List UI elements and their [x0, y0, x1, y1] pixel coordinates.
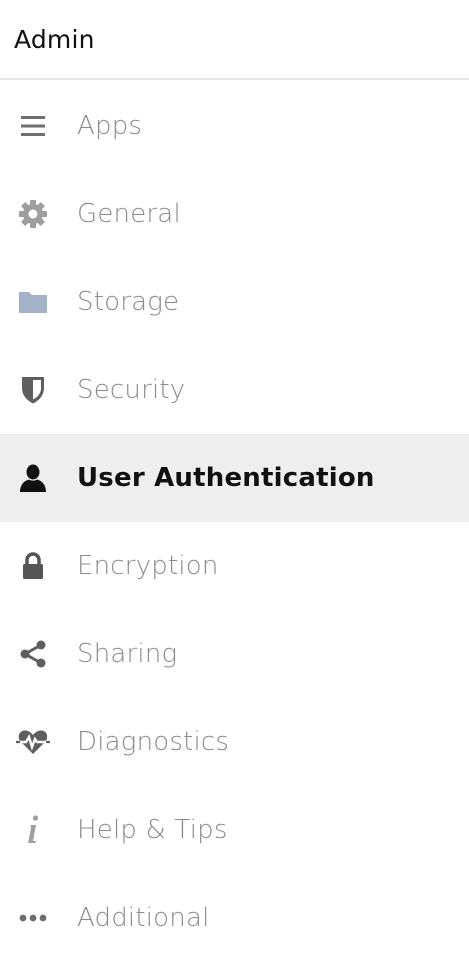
info-icon: [16, 813, 50, 847]
folder-icon: [16, 285, 50, 319]
menu-item-label: User Authentication: [77, 463, 375, 493]
menu-item-security[interactable]: Security: [0, 346, 469, 434]
list-icon: [16, 109, 50, 143]
menu-item-label: Storage: [77, 287, 180, 317]
menu-item-label: Encryption: [77, 551, 219, 581]
menu-item-sharing[interactable]: Sharing: [0, 610, 469, 698]
gear-icon: [16, 197, 50, 231]
lock-icon: [16, 549, 50, 583]
menu-item-label: Security: [77, 375, 186, 405]
settings-menu: Apps General Storage Security User Authe…: [0, 82, 469, 953]
menu-item-user-authentication[interactable]: User Authentication: [0, 434, 469, 522]
page-title: Admin: [14, 24, 95, 54]
menu-item-label: Diagnostics: [77, 727, 230, 757]
menu-item-apps[interactable]: Apps: [0, 82, 469, 170]
menu-item-label: Help & Tips: [77, 815, 228, 845]
panel-header: Admin: [0, 0, 469, 80]
menu-item-storage[interactable]: Storage: [0, 258, 469, 346]
more-icon: [16, 901, 50, 935]
shield-icon: [16, 373, 50, 407]
menu-item-label: General: [77, 199, 181, 229]
menu-item-general[interactable]: General: [0, 170, 469, 258]
menu-item-label: Additional: [77, 903, 210, 933]
menu-item-help-tips[interactable]: Help & Tips: [0, 786, 469, 874]
menu-item-additional[interactable]: Additional: [0, 874, 469, 953]
menu-item-label: Apps: [77, 111, 143, 141]
menu-item-label: Sharing: [77, 639, 178, 669]
share-icon: [16, 637, 50, 671]
menu-item-diagnostics[interactable]: Diagnostics: [0, 698, 469, 786]
admin-settings-panel: Admin Apps General Storage Security User…: [0, 0, 469, 953]
menu-item-encryption[interactable]: Encryption: [0, 522, 469, 610]
heartbeat-icon: [16, 725, 50, 759]
user-icon: [16, 461, 50, 495]
